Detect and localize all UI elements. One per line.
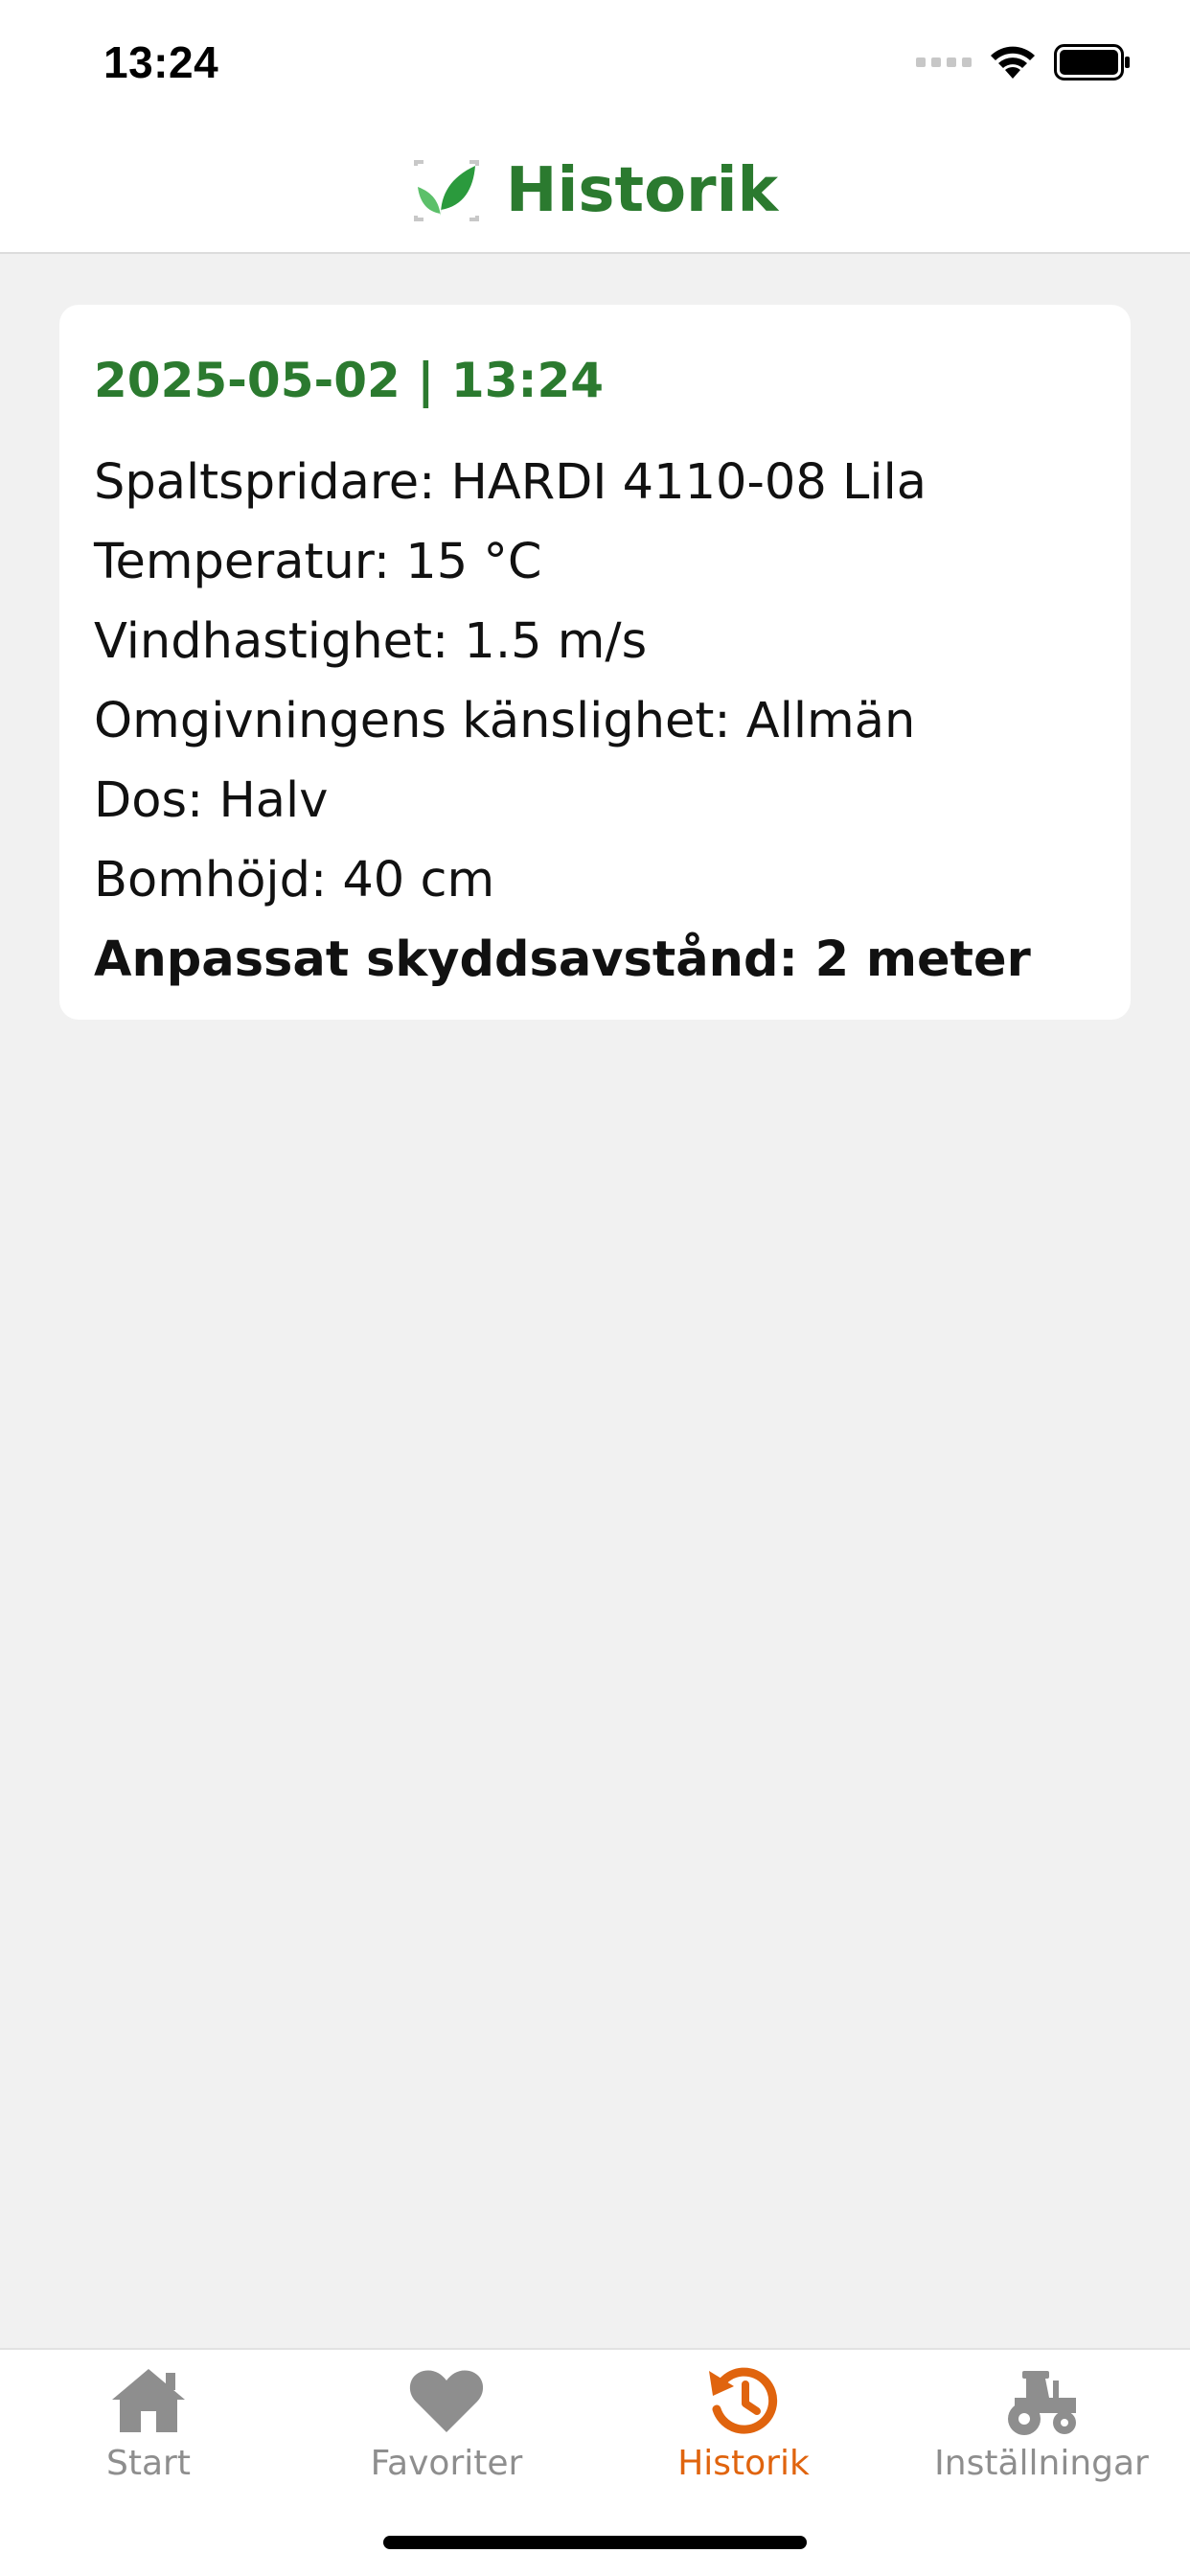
entry-nozzle: Spaltspridare: HARDI 4110-08 Lila xyxy=(94,454,927,511)
tab-favorites[interactable]: Favoriter xyxy=(298,2363,595,2507)
tab-history[interactable]: Historik xyxy=(595,2363,892,2507)
heart-icon xyxy=(409,2370,484,2432)
tab-label-favorites: Favoriter xyxy=(370,2444,523,2483)
tab-label-settings: Inställningar xyxy=(934,2444,1149,2483)
tab-settings[interactable]: Inställningar xyxy=(893,2363,1190,2507)
status-icons xyxy=(916,44,1131,80)
status-bar: 13:24 xyxy=(0,0,1190,129)
navigation-header: Historik xyxy=(0,129,1190,254)
tab-label-start: Start xyxy=(106,2444,191,2483)
entry-dose: Dos: Halv xyxy=(94,772,329,829)
page-title: Historik xyxy=(505,155,779,226)
wifi-icon xyxy=(991,46,1035,79)
entry-buffer-distance: Anpassat skyddsavstånd: 2 meter xyxy=(94,932,1031,988)
history-entry-card[interactable]: 2025-05-02 | 13:24 Spaltspridare: HARDI … xyxy=(59,305,1131,1020)
tab-start[interactable]: Start xyxy=(0,2363,297,2507)
leaf-logo-icon xyxy=(413,160,479,221)
entry-details: Spaltspridare: HARDI 4110-08 Lila Temper… xyxy=(94,443,1096,1000)
entry-wind-speed: Vindhastighet: 1.5 m/s xyxy=(94,613,648,670)
home-icon xyxy=(112,2369,185,2432)
entry-datetime: 2025-05-02 | 13:24 xyxy=(94,353,605,408)
entry-temperature: Temperatur: 15 °C xyxy=(94,534,542,590)
home-indicator[interactable] xyxy=(383,2536,807,2549)
history-icon xyxy=(709,2367,778,2434)
entry-sensitivity: Omgivningens känslighet: Allmän xyxy=(94,693,916,749)
entry-boom-height: Bomhöjd: 40 cm xyxy=(94,852,495,908)
cellular-signal-icon xyxy=(916,58,972,67)
status-time: 13:24 xyxy=(103,37,219,87)
tab-label-history: Historik xyxy=(677,2444,810,2483)
battery-icon xyxy=(1054,44,1130,80)
tractor-icon xyxy=(1008,2371,1076,2435)
